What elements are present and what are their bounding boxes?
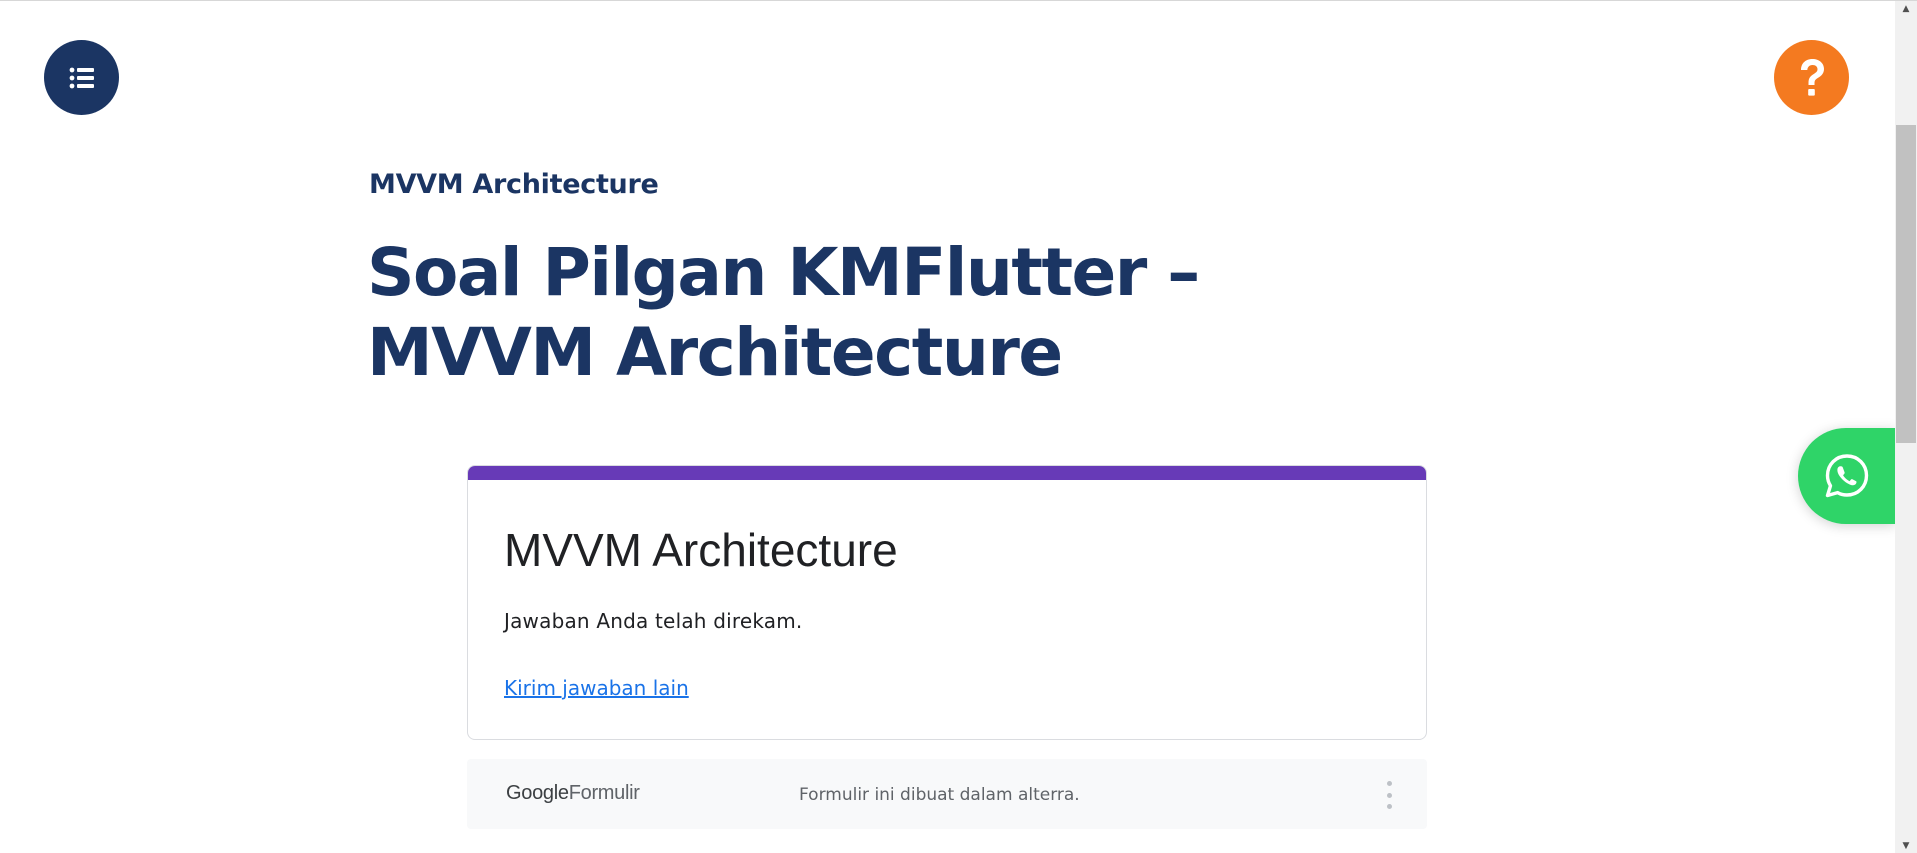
form-confirmation-message: Jawaban Anda telah direkam. xyxy=(504,609,803,633)
form-accent-bar xyxy=(468,466,1426,480)
category-label: MVVM Architecture xyxy=(369,169,659,200)
question-mark-icon xyxy=(1800,58,1824,96)
google-form-card: MVVM Architecture Jawaban Anda telah dir… xyxy=(467,465,1427,740)
kebab-dot xyxy=(1386,804,1392,809)
help-button[interactable] xyxy=(1774,40,1849,115)
google-form-footer: GoogleFormulir Formulir ini dibuat dalam… xyxy=(467,759,1427,829)
forms-logo-text: Formulir xyxy=(568,782,640,804)
kebab-dot xyxy=(1386,781,1392,786)
whatsapp-icon xyxy=(1825,454,1869,498)
scroll-up-arrow-icon[interactable]: ▲ xyxy=(1895,1,1917,17)
form-footer-note: Formulir ini dibuat dalam alterra. xyxy=(799,785,1080,805)
page-scrollbar[interactable]: ▲ ▼ xyxy=(1895,1,1917,853)
page: MVVM Architecture Soal Pilgan KMFlutter … xyxy=(0,0,1917,853)
table-of-contents-button[interactable] xyxy=(44,40,119,115)
more-vertical-icon[interactable] xyxy=(1384,781,1394,809)
google-logo-text: Google xyxy=(506,782,569,804)
whatsapp-button[interactable] xyxy=(1798,428,1895,524)
form-title: MVVM Architecture xyxy=(504,524,898,576)
submit-another-response-link[interactable]: Kirim jawaban lain xyxy=(504,676,689,700)
google-forms-logo[interactable]: GoogleFormulir xyxy=(506,782,640,805)
scrollbar-thumb[interactable] xyxy=(1896,125,1916,443)
kebab-dot xyxy=(1386,792,1392,798)
scroll-down-arrow-icon[interactable]: ▼ xyxy=(1895,838,1917,853)
page-title: Soal Pilgan KMFlutter – MVVM Architectur… xyxy=(367,234,1200,391)
list-icon xyxy=(69,67,94,88)
